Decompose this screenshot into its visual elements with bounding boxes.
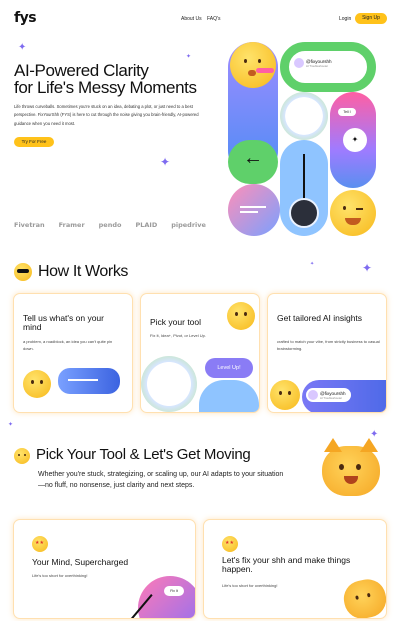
sparkle-icon: ✦ [362, 261, 373, 275]
cat-face-emoji [322, 438, 380, 496]
partner-logo-pendo: pendo [98, 221, 122, 229]
sparkle-icon: ✦ [8, 422, 14, 428]
pick-tool-title: Pick Your Tool & Let's Get Moving [36, 446, 251, 463]
feature-title: Your Mind, Supercharged [32, 557, 129, 567]
login-link[interactable]: Login [339, 16, 351, 22]
step-card-3: Get tailored AI insights crafted to matc… [267, 293, 387, 413]
sparkle-icon: ✦ [186, 54, 192, 60]
partner-logos: Fivetran Framer pendo PLAID pipedrive [14, 221, 206, 229]
sunglasses-face-emoji [14, 263, 32, 281]
blue-pill-shape [58, 368, 120, 394]
slider-line [303, 154, 305, 204]
pick-tool-description: Whether you're stuck, strategizing, or s… [38, 471, 284, 489]
sparkles-icon: ✦ [343, 128, 367, 152]
feature-description: Life's too short for overthinking! [222, 583, 278, 588]
arrow-left-icon: ← [243, 147, 263, 169]
eye-shape [343, 206, 346, 210]
avatar [294, 58, 304, 68]
hero-title-line2: for Life's Messy Moments [14, 78, 197, 97]
nav-link-faqs[interactable]: FAQ's [207, 16, 220, 22]
sparkle-icon: ✦ [160, 155, 171, 169]
cat-face-emoji [340, 576, 386, 618]
signup-button[interactable]: Sign Up [355, 13, 387, 24]
feature-description: Life's too short for overthinking! [32, 573, 88, 578]
partner-logo-fivetran: Fivetran [14, 221, 45, 229]
party-face-emoji [270, 380, 300, 410]
card-title: Tell us what's on your mind [23, 313, 104, 332]
thinking-face-emoji [23, 370, 51, 398]
avatar [308, 390, 318, 400]
blue-slider-track [280, 140, 328, 236]
smiling-face-emoji [14, 448, 30, 464]
pink-circle-shape [228, 184, 280, 236]
slider-knob[interactable] [289, 198, 319, 228]
eye-shape [244, 59, 247, 63]
handle-badge: @fixyourshh AI Troubleshooter [292, 56, 337, 70]
step-card-1: Tell us what's on your mind a problem, a… [13, 293, 133, 413]
star-struck-emoji: ★★ [32, 536, 48, 552]
mouth-shape [248, 70, 256, 76]
logo-text: fys [14, 10, 37, 26]
sparkle-icon: ✦ [310, 261, 315, 267]
mouth-shape [345, 218, 361, 225]
hero-title: AI-Powered Clarity for Life's Messy Mome… [14, 62, 214, 96]
winking-face-emoji [330, 190, 376, 236]
feature-title: Let's fix your shh and make things happe… [222, 555, 351, 574]
gradient-pill-shape: Tell I ✦ [330, 92, 376, 188]
sparkle-icon: ✦ [18, 42, 27, 53]
wink-shape [356, 208, 363, 210]
grinning-face-emoji [227, 302, 255, 330]
party-face-emoji [230, 42, 276, 88]
nav-link-about[interactable]: About Us [181, 16, 202, 22]
eye-shape [258, 59, 261, 63]
white-dial-shape [141, 356, 197, 412]
hero-description: Life throws curveballs. Sometimes you're… [14, 104, 199, 126]
top-nav: fys About Us FAQ's Login Sign Up [0, 0, 400, 38]
hero-collage: ← @fixyourshh AI Troubleshooter Tell I ✦ [228, 40, 384, 240]
partner-logo-pipedrive: pipedrive [171, 221, 206, 229]
brand-logo[interactable]: fys [14, 10, 37, 26]
feature-card-1: ★★ Your Mind, Supercharged Life's too sh… [13, 519, 196, 619]
card-title: Get tailored AI insights [277, 313, 363, 323]
partner-logo-plaid: PLAID [135, 221, 158, 229]
handle-badge: @fixyourshh AI Troubleshooter [306, 388, 351, 402]
handle-subtitle: AI Troubleshooter [320, 395, 343, 400]
star-struck-emoji: ★★ [222, 536, 238, 552]
tab-chip: Tell I [338, 108, 356, 116]
party-horn-shape [256, 68, 274, 73]
try-for-free-button[interactable]: Try For Free [14, 137, 54, 147]
card-description: crafted to match your vibe, from strictl… [277, 339, 380, 351]
hero-title-line1: AI-Powered Clarity [14, 61, 149, 80]
level-up-badge: Level Up! [205, 358, 253, 378]
fix-it-chip: Fix It [164, 586, 184, 596]
feature-card-2: ★★ Let's fix your shh and make things ha… [203, 519, 387, 619]
card-description: a problem, a roadblock, an idea you can'… [23, 339, 113, 351]
white-dial-shape [280, 92, 328, 140]
card-description: Fix It, Idea+, Pivot, or Level Up. [150, 333, 206, 338]
partner-logo-framer: Framer [58, 221, 85, 229]
handle-subtitle: AI Troubleshooter [306, 63, 329, 68]
card-title: Pick your tool [150, 317, 202, 327]
how-it-works-title: How It Works [38, 263, 129, 280]
blue-pill-shape [199, 380, 259, 412]
step-card-2: Pick your tool Fix It, Idea+, Pivot, or … [140, 293, 260, 413]
